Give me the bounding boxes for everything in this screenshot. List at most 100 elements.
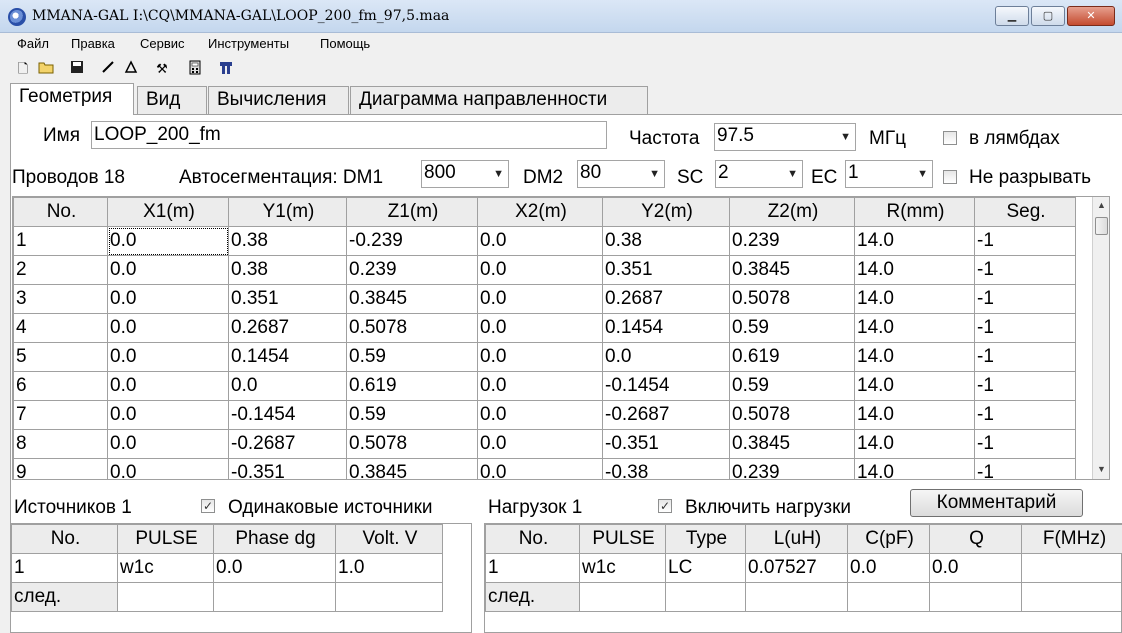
close-button[interactable]: ✕ [1067, 6, 1115, 26]
wires-scrollbar[interactable]: ▲ ▼ [1092, 197, 1109, 479]
wire-cell[interactable]: 0.1454 [228, 342, 347, 372]
src-cell[interactable]: 1.0 [335, 553, 443, 583]
wire-cell[interactable]: -1 [974, 429, 1076, 459]
load-col-l[interactable]: L(uH) [745, 524, 848, 554]
wire-cell[interactable]: 0.0 [477, 284, 603, 314]
table-row[interactable]: 1 w1c LC 0.07527 0.0 0.0 [485, 553, 1122, 583]
col-seg[interactable]: Seg. [974, 197, 1076, 227]
menu-tools[interactable]: Инструменты [208, 36, 289, 51]
wire-cell[interactable]: 0.0 [107, 458, 229, 479]
wire-cell[interactable]: 0.619 [729, 342, 855, 372]
wire-cell[interactable]: 0.0 [107, 429, 229, 459]
wire-cell[interactable]: 0.0 [107, 371, 229, 401]
load-col-f[interactable]: F(MHz) [1021, 524, 1122, 554]
antenna-icon[interactable] [217, 60, 235, 78]
wire-cell[interactable]: 0.2687 [602, 284, 730, 314]
wire-cell[interactable]: -1 [974, 255, 1076, 285]
wire-cell[interactable]: 0.38 [228, 226, 347, 256]
load-cell[interactable] [745, 582, 848, 612]
load-col-type[interactable]: Type [665, 524, 746, 554]
wire-cell[interactable]: -1 [974, 342, 1076, 372]
load-cell[interactable] [929, 582, 1022, 612]
wire-cell[interactable]: 14.0 [854, 226, 975, 256]
wire-cell[interactable]: -0.38 [602, 458, 730, 479]
wire-cell[interactable]: 0.351 [602, 255, 730, 285]
tab-geometry[interactable]: Геометрия [10, 83, 134, 115]
load-cell[interactable]: 0.0 [847, 553, 930, 583]
dm2-combo[interactable]: 80 ▼ [577, 160, 665, 188]
src-col-phase[interactable]: Phase dg [213, 524, 336, 554]
col-z2[interactable]: Z2(m) [729, 197, 855, 227]
name-input[interactable]: LOOP_200_fm [91, 121, 607, 149]
wire-number-cell[interactable]: 2 [13, 255, 108, 285]
wire-cell[interactable]: 0.619 [346, 371, 478, 401]
table-row[interactable]: 4 0.0 0.2687 0.5078 0.0 0.1454 0.59 14.0 -1 [13, 313, 1076, 343]
wire-cell[interactable]: -0.1454 [602, 371, 730, 401]
scroll-up-icon[interactable]: ▲ [1093, 197, 1109, 214]
table-row[interactable]: 5 0.0 0.1454 0.59 0.0 0.0 0.619 14.0 -1 [13, 342, 1076, 372]
wire-cell[interactable]: 14.0 [854, 371, 975, 401]
load-cell[interactable]: 1 [485, 553, 580, 583]
wire-cell[interactable]: 0.239 [729, 458, 855, 479]
table-row[interactable]: 8 0.0 -0.2687 0.5078 0.0 -0.351 0.3845 14.0 -1 [13, 429, 1076, 459]
save-icon[interactable] [68, 60, 86, 78]
src-col-volt[interactable]: Volt. V [335, 524, 443, 554]
wire-number-cell[interactable]: 7 [13, 400, 108, 430]
load-cell[interactable] [1021, 582, 1122, 612]
load-cell[interactable] [579, 582, 666, 612]
table-row[interactable]: 6 0.0 0.0 0.619 0.0 -0.1454 0.59 14.0 -1 [13, 371, 1076, 401]
wire-cell[interactable]: 0.0 [602, 342, 730, 372]
table-row[interactable]: след. [485, 582, 1122, 612]
wire-number-cell[interactable]: 9 [13, 458, 108, 479]
table-row[interactable]: 7 0.0 -0.1454 0.59 0.0 -0.2687 0.5078 14.0 -1 [13, 400, 1076, 430]
scroll-down-icon[interactable]: ▼ [1093, 461, 1109, 478]
wire-cell[interactable]: 0.59 [729, 313, 855, 343]
menu-edit[interactable]: Правка [71, 36, 115, 51]
col-y1[interactable]: Y1(m) [228, 197, 347, 227]
col-y2[interactable]: Y2(m) [602, 197, 730, 227]
frequency-combo[interactable]: 97.5 ▼ [714, 123, 856, 151]
tab-calculations[interactable]: Вычисления [208, 86, 349, 114]
wire-cell[interactable]: 0.0 [477, 371, 603, 401]
wire-number-cell[interactable]: 6 [13, 371, 108, 401]
wire-cell[interactable]: 0.38 [602, 226, 730, 256]
table-row[interactable]: след. [11, 582, 443, 612]
wire-cell[interactable]: -0.239 [346, 226, 478, 256]
col-x1[interactable]: X1(m) [107, 197, 229, 227]
wire-cell[interactable]: -1 [974, 313, 1076, 343]
wire-cell[interactable]: 0.5078 [729, 400, 855, 430]
menu-help[interactable]: Помощь [320, 36, 370, 51]
wire-cell[interactable]: -1 [974, 284, 1076, 314]
src-next-cell[interactable]: след. [11, 582, 118, 612]
new-file-icon[interactable]: 🗋 [14, 60, 32, 78]
table-row[interactable]: 2 0.0 0.38 0.239 0.0 0.351 0.3845 14.0 -1 [13, 255, 1076, 285]
load-col-pulse[interactable]: PULSE [579, 524, 666, 554]
wire-cell[interactable]: 0.3845 [729, 255, 855, 285]
wire-cell[interactable]: 0.5078 [346, 429, 478, 459]
table-row[interactable]: 9 0.0 -0.351 0.3845 0.0 -0.38 0.239 14.0 -1 [13, 458, 1076, 479]
sc-combo[interactable]: 2 ▼ [715, 160, 803, 188]
load-cell[interactable]: 0.07527 [745, 553, 848, 583]
src-cell[interactable] [335, 582, 443, 612]
wire-cell[interactable]: 0.5078 [729, 284, 855, 314]
load-col-q[interactable]: Q [929, 524, 1022, 554]
no-break-checkbox[interactable] [943, 170, 957, 184]
src-cell[interactable] [213, 582, 336, 612]
wire-cell[interactable]: 0.3845 [346, 284, 478, 314]
wire-cell[interactable]: 0.0 [477, 255, 603, 285]
open-folder-icon[interactable] [37, 60, 55, 78]
wire-cell[interactable]: 0.2687 [228, 313, 347, 343]
wire-cell[interactable]: 0.38 [228, 255, 347, 285]
src-col-no[interactable]: No. [11, 524, 118, 554]
wire-cell[interactable]: 0.239 [346, 255, 478, 285]
tools-icon[interactable]: ⚒ [153, 60, 171, 78]
wire-cell[interactable]: 0.0 [477, 400, 603, 430]
wire-cell[interactable]: -1 [974, 226, 1076, 256]
wire-cell[interactable]: -1 [974, 400, 1076, 430]
wire-cell[interactable]: 0.0 [107, 255, 229, 285]
wire-cell[interactable]: -0.2687 [228, 429, 347, 459]
load-next-cell[interactable]: след. [485, 582, 580, 612]
same-sources-checkbox[interactable]: ✓ [201, 499, 215, 513]
wire-cell[interactable]: -0.351 [602, 429, 730, 459]
wire-number-cell[interactable]: 1 [13, 226, 108, 256]
